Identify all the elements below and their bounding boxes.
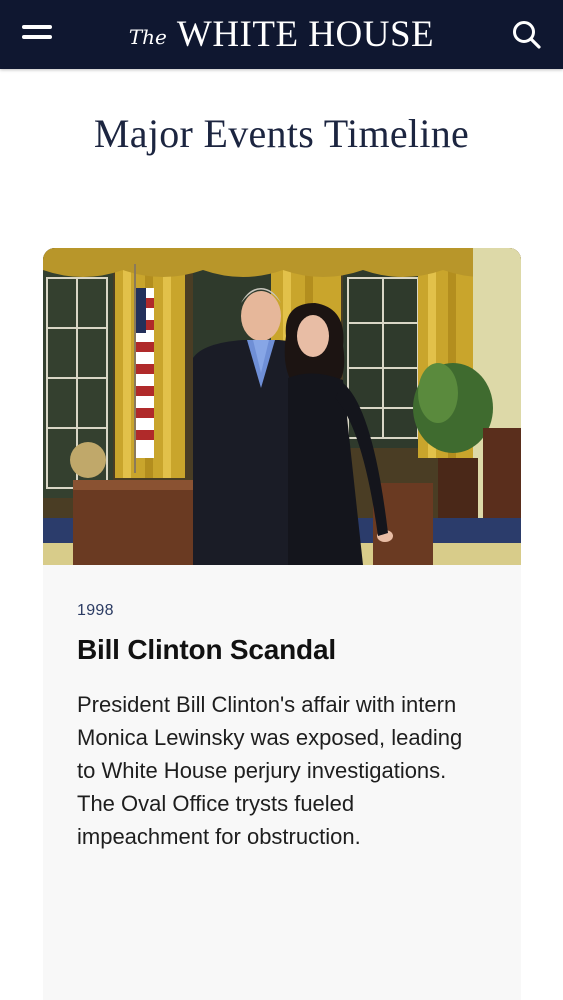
search-button[interactable]	[507, 16, 545, 52]
event-card[interactable]: 1998 Bill Clinton Scandal President Bill…	[43, 248, 521, 1000]
event-card-body: 1998 Bill Clinton Scandal President Bill…	[43, 602, 521, 853]
menu-button[interactable]	[16, 16, 60, 52]
logo-name: WHITE HOUSE	[176, 14, 435, 55]
event-title: Bill Clinton Scandal	[77, 634, 336, 665]
site-logo[interactable]: The WHITE HOUSE	[0, 0, 563, 69]
search-icon	[513, 21, 541, 49]
hamburger-menu-icon	[22, 25, 52, 39]
page-title: Major Events Timeline	[93, 111, 470, 156]
page: The WHITE HOUSE Major Events Timeline 19…	[0, 0, 563, 1000]
event-description: President Bill Clinton's affair with int…	[77, 692, 463, 849]
site-header: The WHITE HOUSE	[0, 0, 563, 69]
logo-prefix: The	[128, 24, 167, 49]
event-photo	[43, 248, 521, 565]
event-year: 1998	[77, 602, 114, 619]
